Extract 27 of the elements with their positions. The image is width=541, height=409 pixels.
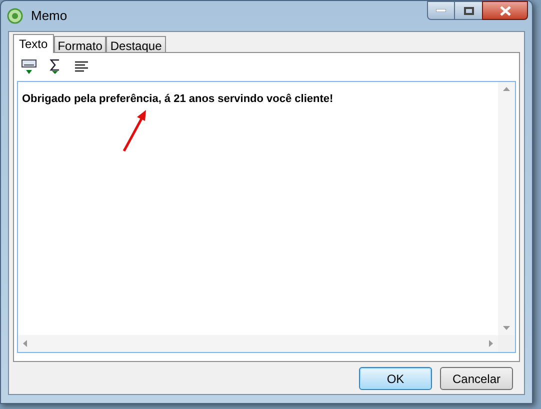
window-title: Memo xyxy=(31,7,68,26)
spellcheck-icon xyxy=(21,59,37,75)
scroll-down-icon xyxy=(503,326,510,330)
scroll-left-icon xyxy=(23,340,27,347)
scroll-up-icon xyxy=(503,87,510,91)
memo-field[interactable]: Obrigado pela preferência, á 21 anos servindo você cliente! xyxy=(17,81,516,353)
align-left-icon xyxy=(74,61,88,73)
tab[interactable]: Formato xyxy=(54,36,106,52)
annotation-arrow xyxy=(121,108,149,154)
maximize-button[interactable] xyxy=(455,1,482,20)
tab[interactable]: Destaque xyxy=(106,36,166,52)
tab[interactable]: Texto xyxy=(13,34,54,53)
ok-button[interactable]: OK xyxy=(359,367,432,390)
minimize-icon xyxy=(436,9,446,12)
minimize-button[interactable] xyxy=(427,1,455,20)
memo-text: Obrigado pela preferência, á 21 anos servindo você cliente! xyxy=(22,93,334,105)
scrollbar-corner xyxy=(498,335,515,352)
sum-icon xyxy=(48,59,62,75)
spellcheck-button[interactable] xyxy=(20,58,38,76)
horizontal-scrollbar[interactable] xyxy=(18,335,498,352)
close-icon xyxy=(500,6,510,16)
close-button[interactable] xyxy=(482,1,528,20)
maximize-icon xyxy=(464,6,474,14)
app-icon xyxy=(7,8,23,24)
cancel-button[interactable]: Cancelar xyxy=(440,367,513,390)
scroll-right-icon xyxy=(489,340,493,347)
vertical-scrollbar[interactable] xyxy=(498,82,515,335)
